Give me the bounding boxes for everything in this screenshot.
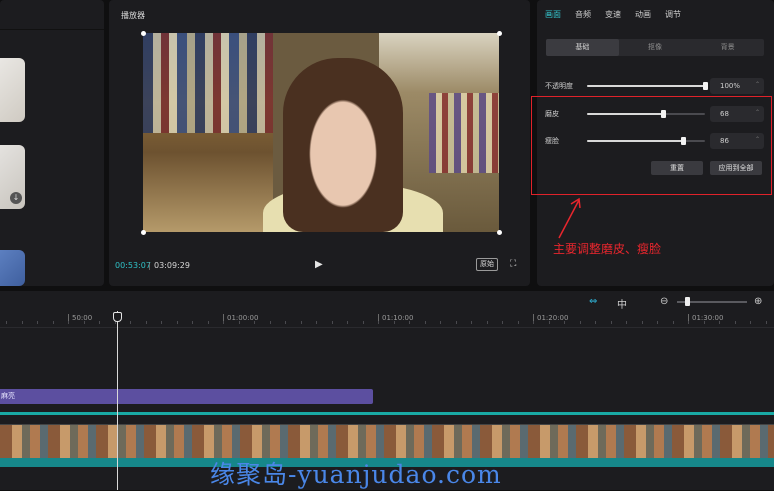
current-timecode: 00:53:07 bbox=[115, 261, 151, 270]
ruler-minor-tick bbox=[269, 321, 271, 324]
ruler-minor-tick bbox=[68, 321, 69, 324]
ruler-minor-tick bbox=[579, 321, 581, 324]
ruler-minor-tick bbox=[703, 321, 705, 324]
tab-adjust[interactable]: 调节 bbox=[665, 9, 681, 20]
segment-background[interactable]: 背景 bbox=[691, 39, 764, 56]
ruler-minor-tick bbox=[626, 321, 627, 324]
preview-books-right bbox=[429, 93, 499, 173]
crop-handle[interactable] bbox=[141, 230, 146, 235]
media-panel-header bbox=[0, 0, 104, 30]
ruler-minor-tick bbox=[486, 321, 488, 324]
fullscreen-icon[interactable]: ⛶ bbox=[510, 259, 520, 269]
player-title: 播放器 bbox=[121, 11, 145, 20]
ruler-minor-tick bbox=[424, 321, 426, 324]
opacity-row: 不透明度 100% bbox=[545, 77, 767, 94]
ruler-minor-tick bbox=[192, 321, 193, 324]
opacity-label: 不透明度 bbox=[545, 82, 573, 90]
playhead-handle[interactable] bbox=[113, 312, 122, 322]
split-icon[interactable]: 中 bbox=[617, 296, 627, 311]
opacity-slider-knob[interactable] bbox=[703, 82, 708, 90]
playhead-line[interactable] bbox=[117, 311, 118, 490]
ruler-minor-tick bbox=[331, 321, 333, 324]
crop-handle[interactable] bbox=[497, 31, 502, 36]
zoom-out-icon[interactable]: ⊖ bbox=[660, 296, 668, 307]
ruler-minor-tick bbox=[145, 321, 147, 324]
preview-subject-face bbox=[283, 58, 403, 232]
ruler-minor-tick bbox=[517, 321, 519, 324]
ruler-minor-tick bbox=[564, 321, 565, 324]
ruler-minor-tick bbox=[52, 321, 54, 324]
ruler-minor-tick bbox=[471, 321, 472, 324]
media-thumbnail[interactable] bbox=[0, 250, 25, 286]
ruler-tick-label: 50:00 bbox=[68, 314, 92, 323]
ruler-minor-tick bbox=[83, 321, 85, 324]
tab-speed[interactable]: 变速 bbox=[605, 9, 621, 20]
zoom-in-icon[interactable]: ⊕ bbox=[754, 296, 762, 307]
ruler-minor-tick bbox=[672, 321, 674, 324]
ruler-minor-tick bbox=[502, 321, 503, 324]
ruler-minor-tick bbox=[176, 321, 178, 324]
ruler-minor-tick bbox=[688, 321, 689, 324]
ruler-minor-tick bbox=[750, 321, 751, 324]
crop-handle[interactable] bbox=[141, 31, 146, 36]
annotation-highlight-box bbox=[531, 96, 772, 195]
preview-books bbox=[143, 33, 273, 133]
ruler-minor-tick bbox=[409, 321, 410, 324]
ruler-minor-tick bbox=[533, 321, 534, 324]
ruler-minor-tick bbox=[223, 321, 224, 324]
ruler-minor-tick bbox=[285, 321, 286, 324]
text-clip[interactable]: 麻亮 bbox=[0, 389, 373, 404]
ruler-minor-tick bbox=[254, 321, 255, 324]
ruler-minor-tick bbox=[548, 321, 550, 324]
media-thumbnail[interactable] bbox=[0, 58, 25, 122]
download-icon[interactable]: ↓ bbox=[10, 192, 22, 204]
video-preview[interactable] bbox=[143, 33, 499, 232]
ruler-minor-tick bbox=[130, 321, 131, 324]
play-button[interactable]: ▶ bbox=[315, 259, 327, 271]
ruler-minor-tick bbox=[300, 321, 302, 324]
tab-animation[interactable]: 动画 bbox=[635, 9, 651, 20]
segment-cutout[interactable]: 抠像 bbox=[619, 39, 692, 56]
ruler-minor-tick bbox=[238, 321, 240, 324]
ruler-minor-tick bbox=[37, 321, 38, 324]
properties-tabs: 画面 音频 变速 动画 调节 bbox=[545, 9, 681, 20]
zoom-slider-knob[interactable] bbox=[685, 297, 690, 306]
link-icon[interactable]: ⇔ bbox=[589, 296, 597, 307]
total-duration: 03:09:29 bbox=[154, 261, 190, 270]
annotation-text: 主要调整磨皮、瘦脸 bbox=[553, 242, 662, 256]
ruler-minor-tick bbox=[99, 321, 100, 324]
ratio-button[interactable]: 原始 bbox=[476, 258, 498, 271]
timecode-separator: | bbox=[148, 261, 151, 270]
opacity-value-input[interactable]: 100% bbox=[710, 77, 764, 94]
tab-picture[interactable]: 画面 bbox=[545, 9, 561, 20]
ruler-minor-tick bbox=[378, 321, 379, 324]
crop-handle[interactable] bbox=[497, 230, 502, 235]
ruler-minor-tick bbox=[161, 321, 162, 324]
media-panel: ↓ bbox=[0, 0, 104, 286]
segment-basic[interactable]: 基础 bbox=[546, 39, 619, 56]
ruler-minor-tick bbox=[6, 321, 7, 324]
tab-audio[interactable]: 音频 bbox=[575, 9, 591, 20]
ruler-minor-tick bbox=[765, 321, 767, 324]
ruler-minor-tick bbox=[455, 321, 457, 324]
ruler-minor-tick bbox=[21, 321, 23, 324]
ruler-minor-tick bbox=[440, 321, 441, 324]
watermark-text: 缘聚岛-yuanjudao.com bbox=[210, 460, 502, 489]
ruler-minor-tick bbox=[393, 321, 395, 324]
ruler-minor-tick bbox=[734, 321, 736, 324]
ruler-minor-tick bbox=[641, 321, 643, 324]
opacity-slider[interactable] bbox=[587, 82, 708, 90]
ruler-minor-tick bbox=[610, 321, 612, 324]
ruler-minor-tick bbox=[362, 321, 364, 324]
ruler-minor-tick bbox=[207, 321, 209, 324]
segment-control: 基础 抠像 背景 bbox=[546, 39, 764, 56]
ruler-minor-tick bbox=[595, 321, 596, 324]
ruler-minor-tick bbox=[719, 321, 720, 324]
annotation-arrow bbox=[558, 197, 581, 239]
ruler-minor-tick bbox=[316, 321, 317, 324]
ruler-minor-tick bbox=[347, 321, 348, 324]
ruler-minor-tick bbox=[657, 321, 658, 324]
